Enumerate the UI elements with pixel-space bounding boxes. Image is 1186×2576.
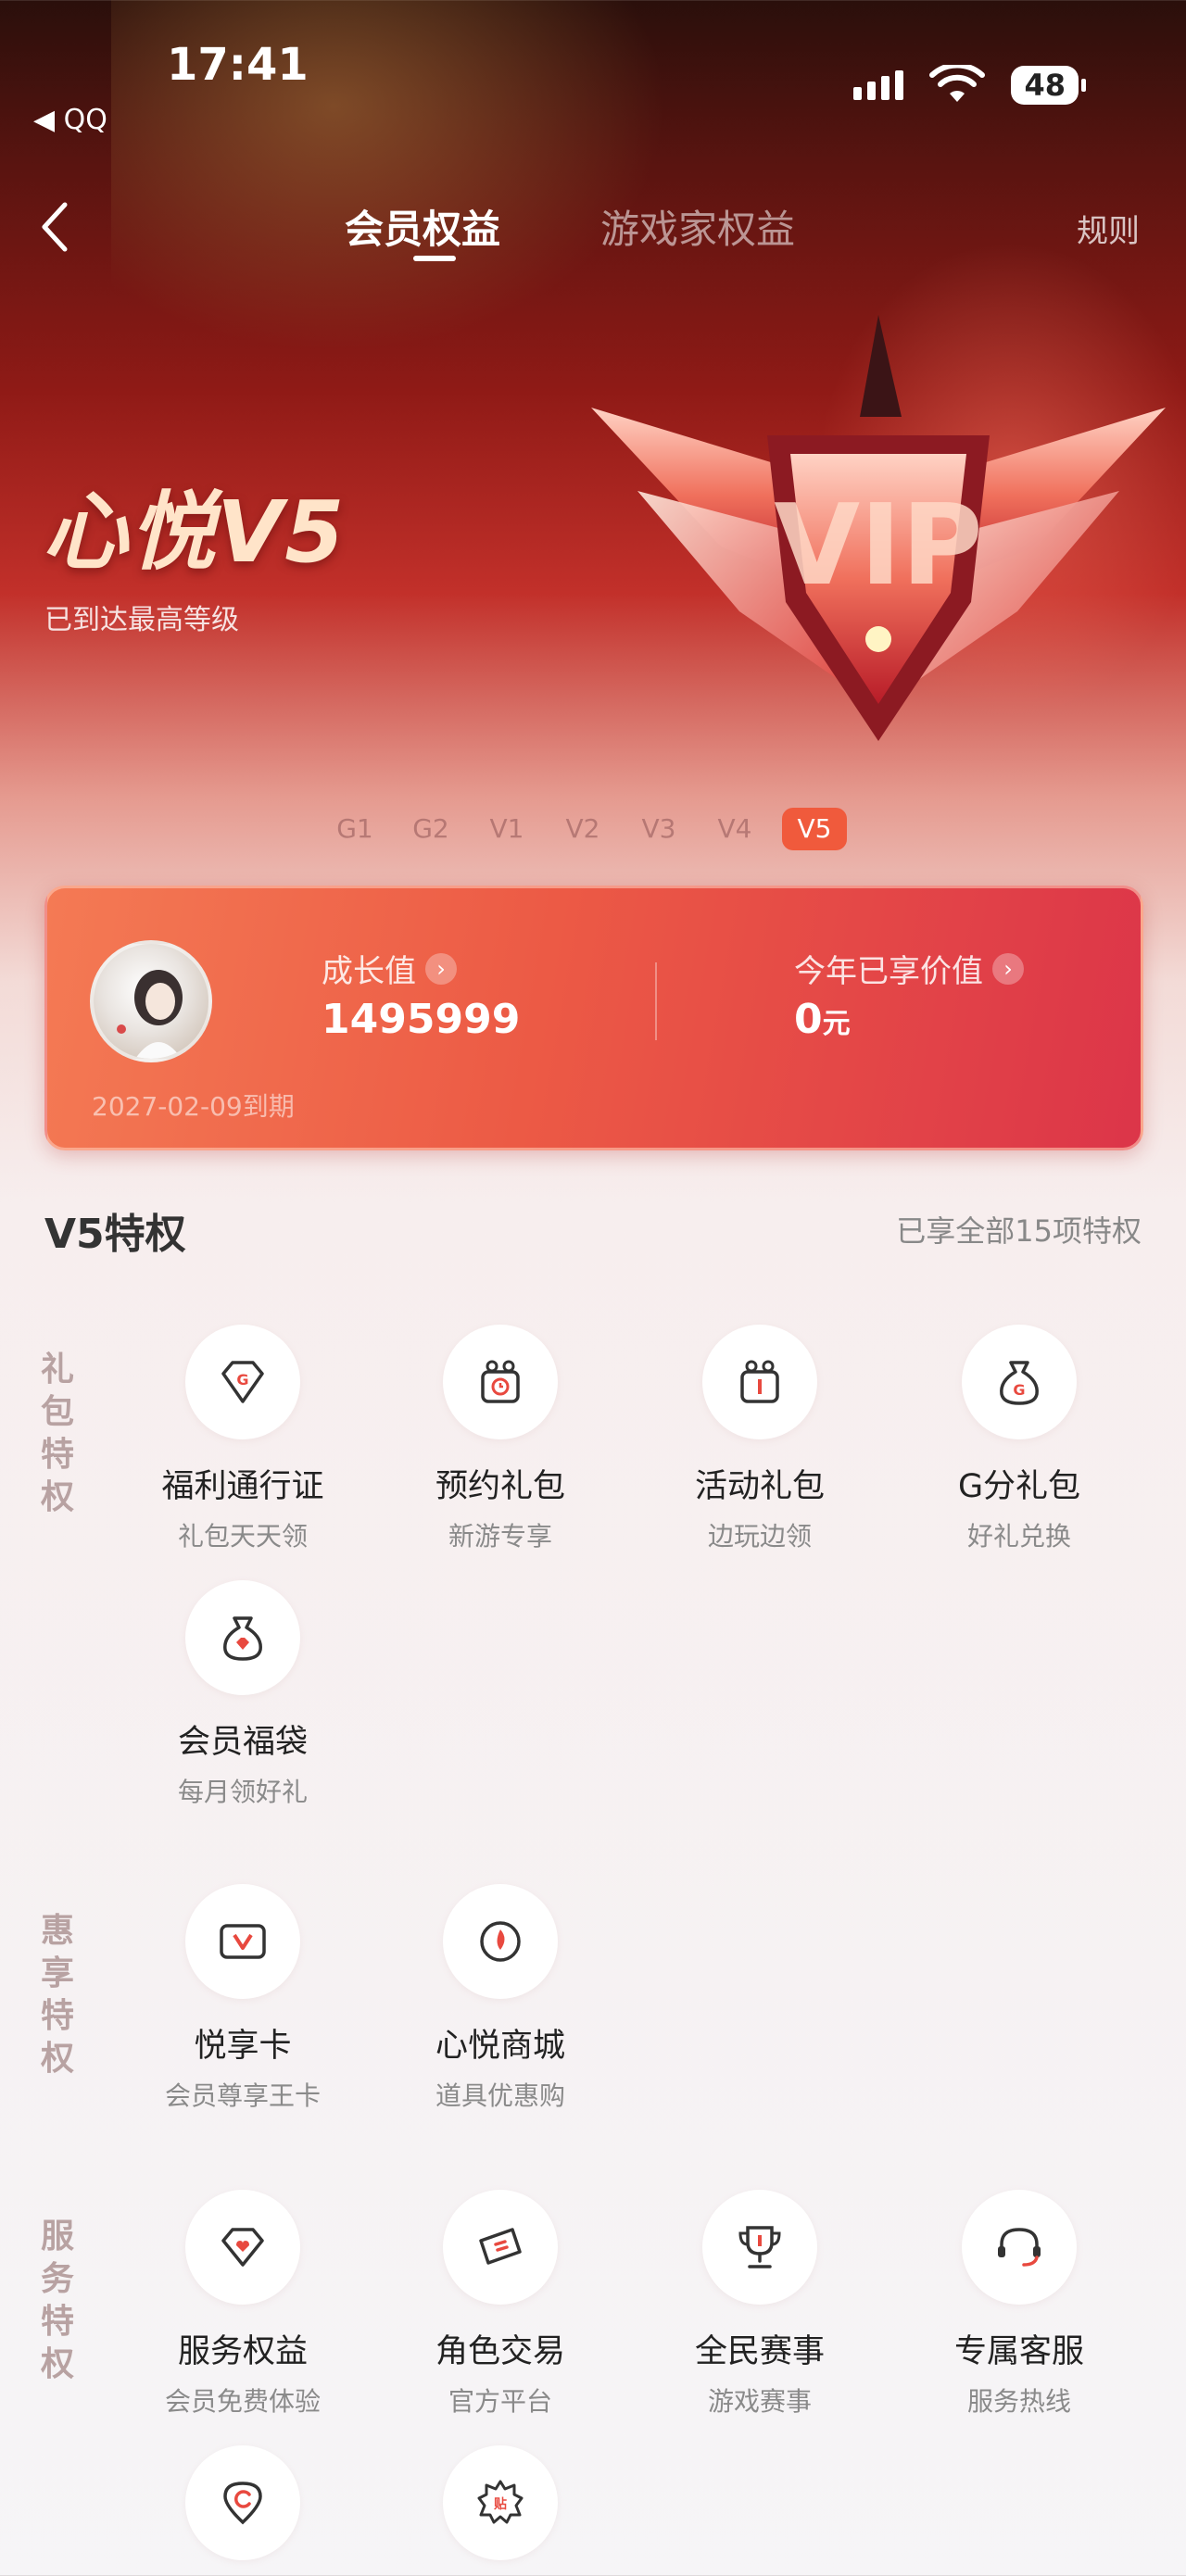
level-chip-v2[interactable]: V2 (554, 808, 612, 850)
level-chip-v3[interactable]: V3 (630, 808, 688, 850)
back-to-app-link[interactable]: ◀ QQ (33, 104, 107, 136)
back-arrow-icon[interactable] (37, 199, 74, 255)
membership-expiry: 2027-02-09到期 (92, 1091, 295, 1122)
status-icons: 48 (853, 65, 1086, 106)
privilege-joy-card[interactable]: 悦享卡 会员尊享王卡 (113, 1884, 372, 2113)
gift-clock-icon (443, 1325, 558, 1439)
privilege-name: 活动礼包 (694, 1468, 825, 1505)
level-selector: G1 G2 V1 V2 V3 V4 V5 (326, 808, 847, 850)
svg-text:G: G (236, 1371, 248, 1389)
status-time: 17:41 (167, 39, 309, 91)
tab-member-benefits[interactable]: 会员权益 (345, 198, 500, 255)
privilege-name: 角色交易 (435, 2333, 565, 2370)
annual-value-link[interactable]: 今年已享价值 › (794, 946, 1024, 991)
privilege-desc: 好礼兑换 (966, 1521, 1071, 1552)
privilege-desc: 会员尊享王卡 (164, 2080, 321, 2111)
tab-gamer-benefits[interactable]: 游戏家权益 (600, 198, 795, 255)
privilege-event-gift[interactable]: 活动礼包 边玩边领 (630, 1325, 890, 1553)
avatar-illustration-icon (117, 970, 183, 1059)
growth-label: 成长值 (322, 953, 416, 990)
location-pin-icon (185, 2445, 300, 2560)
privilege-role-trade[interactable]: 角色交易 官方平台 (371, 2190, 630, 2419)
member-card: 成长值 › 1495999 今年已享价值 › 0元 2027-02-09到期 (44, 886, 1143, 1150)
gift-box-icon (702, 1325, 817, 1439)
group-label-gift: 礼包特权 (41, 1351, 75, 1516)
diamond-heart-icon (185, 2190, 300, 2305)
svg-text:G: G (1013, 1381, 1025, 1399)
badge-tie-icon: 贴 (443, 2445, 558, 2560)
privilege-g-points-gift[interactable]: G G分礼包 好礼兑换 (890, 1325, 1149, 1553)
privilege-desc: 边玩边领 (707, 1521, 812, 1552)
chevron-right-icon: › (992, 952, 1024, 985)
annual-value: 0元 (794, 996, 851, 1043)
privilege-customer-service[interactable]: 专属客服 服务热线 (890, 2190, 1149, 2419)
privilege-esports[interactable]: 全民赛事 游戏赛事 (630, 2190, 890, 2419)
privilege-name: G分礼包 (957, 1468, 1081, 1505)
lucky-bag-icon (185, 1580, 300, 1695)
chevron-right-icon: › (425, 952, 457, 985)
trophy-icon (702, 2190, 817, 2305)
money-bag-g-icon: G (962, 1325, 1077, 1439)
privileges-title: V5特权 (44, 1211, 186, 1258)
battery-icon: 48 (1011, 66, 1086, 105)
privilege-xinyue-store[interactable]: 心悦商城 道具优惠购 (371, 1884, 630, 2113)
group-label-discount: 惠享特权 (41, 1912, 75, 2078)
wifi-icon (929, 65, 986, 102)
vip-crystal-badge-icon: VIP (591, 315, 1166, 741)
privilege-welfare-pass[interactable]: G 福利通行证 礼包天天领 (113, 1325, 372, 1553)
level-chip-v1[interactable]: V1 (478, 808, 536, 850)
privilege-lucky-bag[interactable]: 会员福袋 每月领好礼 (113, 1580, 372, 1809)
active-tab-indicator (413, 256, 456, 261)
level-chip-g2[interactable]: G2 (402, 808, 460, 850)
privilege-badge[interactable]: 贴 (371, 2445, 630, 2560)
growth-value-link[interactable]: 成长值 › (322, 946, 457, 991)
signal-icon (853, 70, 904, 100)
annual-value-amount: 0 (794, 996, 823, 1043)
level-name: 心悦V5 (43, 483, 347, 582)
diamond-g-icon: G (185, 1325, 300, 1439)
privilege-name: 服务权益 (177, 2333, 308, 2370)
privilege-desc: 道具优惠购 (435, 2080, 565, 2111)
svg-text:VIP: VIP (774, 482, 982, 610)
privilege-name: 悦享卡 (194, 2028, 292, 2065)
group-label-service: 服务特权 (41, 2218, 75, 2383)
growth-value: 1495999 (322, 996, 521, 1043)
ticket-icon (443, 2190, 558, 2305)
privilege-name: 预约礼包 (435, 1468, 565, 1505)
annual-value-unit: 元 (822, 1008, 851, 1040)
annual-value-label: 今年已享价值 (794, 953, 983, 990)
level-chip-v4[interactable]: V4 (706, 808, 763, 850)
privileges-count-note: 已享全部15项特权 (896, 1213, 1142, 1249)
privilege-service-rights[interactable]: 服务权益 会员免费体验 (113, 2190, 372, 2419)
card-divider (655, 962, 657, 1040)
privilege-name: 全民赛事 (694, 2333, 825, 2370)
svg-text:贴: 贴 (494, 2496, 507, 2512)
privilege-desc: 会员免费体验 (164, 2386, 321, 2417)
rules-link[interactable]: 规则 (1077, 206, 1140, 251)
level-subtitle: 已到达最高等级 (44, 604, 239, 636)
privilege-desc: 官方平台 (448, 2386, 552, 2417)
privilege-name: 专属客服 (953, 2333, 1084, 2370)
privilege-desc: 礼包天天领 (177, 1521, 308, 1552)
headset-icon (962, 2190, 1077, 2305)
level-chip-g1[interactable]: G1 (326, 808, 384, 850)
level-chip-v5[interactable]: V5 (782, 808, 847, 850)
privilege-name: 福利通行证 (161, 1468, 324, 1505)
privilege-reservation-gift[interactable]: 预约礼包 新游专享 (371, 1325, 630, 1553)
privilege-name: 会员福袋 (177, 1724, 308, 1761)
store-icon (443, 1884, 558, 1999)
privilege-desc: 游戏赛事 (707, 2386, 812, 2417)
privilege-location[interactable] (113, 2445, 372, 2560)
privilege-desc: 每月领好礼 (177, 1777, 308, 1807)
privilege-name: 心悦商城 (435, 2028, 565, 2065)
privilege-desc: 服务热线 (966, 2386, 1071, 2417)
avatar[interactable] (90, 940, 212, 1062)
privilege-desc: 新游专享 (448, 1521, 552, 1552)
card-v-icon (185, 1884, 300, 1999)
